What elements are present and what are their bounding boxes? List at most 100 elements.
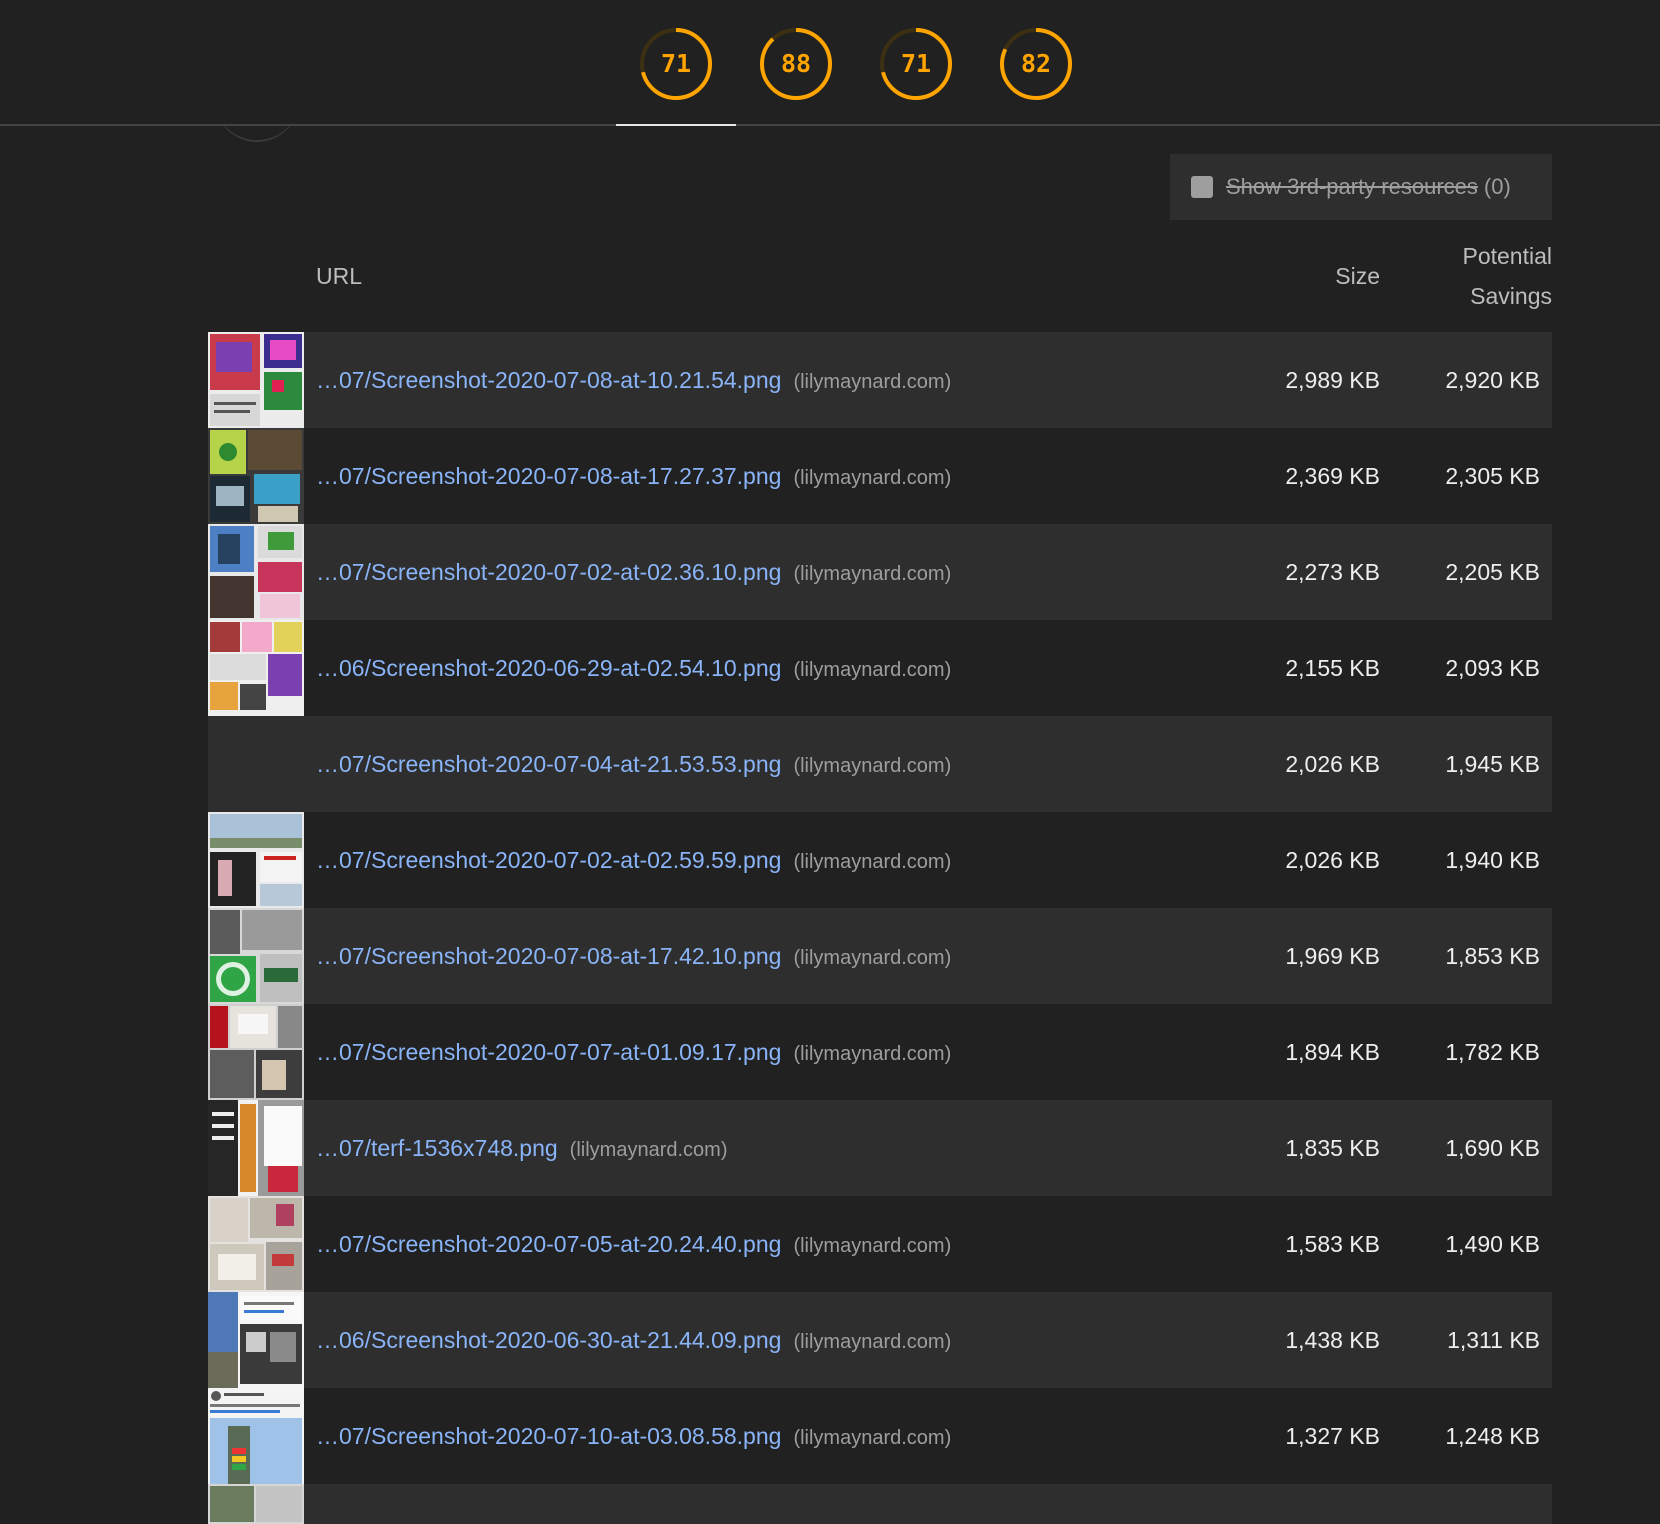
third-party-checkbox[interactable] — [1191, 176, 1213, 198]
resource-size: 2,026 KB — [1285, 751, 1380, 777]
thumbnail-image — [208, 812, 304, 908]
table-row: …07/Screenshot-2020-07-07-at-01.09.17.pn… — [208, 1004, 1552, 1100]
collage-thumbnail-icon — [208, 908, 304, 1004]
table-row: …06/Screenshot-2020-06-29-at-02.54.10.pn… — [208, 620, 1552, 716]
score-gauge: 88 — [759, 27, 833, 101]
resource-savings: 2,205 KB — [1445, 559, 1540, 585]
resource-url-path[interactable]: …07/Screenshot-2020-07-08-at-17.42.10.pn… — [316, 943, 781, 969]
collage-thumbnail-icon — [208, 1100, 304, 1196]
resource-url[interactable]: …07/Screenshot-2020-07-10-at-03.08.58.pn… — [316, 1388, 951, 1484]
resource-size: 1,835 KB — [1285, 1135, 1380, 1161]
thumbnail-image — [208, 428, 304, 524]
resource-savings: 1,490 KB — [1445, 1231, 1540, 1257]
thumbnail-image — [208, 1292, 304, 1388]
resource-url-path[interactable]: …07/Screenshot-2020-07-07-at-01.09.17.pn… — [316, 1039, 781, 1065]
resource-url-path[interactable]: …07/Screenshot-2020-07-08-at-10.21.54.pn… — [316, 367, 781, 393]
resource-url[interactable]: …06/Screenshot-2020-06-30-at-21.44.09.pn… — [316, 1292, 951, 1388]
resource-url-path[interactable]: …06/Screenshot-2020-06-29-at-02.54.10.pn… — [316, 655, 781, 681]
table-row: …07/Screenshot-2020-07-10-at-03.08.58.pn… — [208, 1388, 1552, 1484]
resource-url-host: (lilymaynard.com) — [793, 1427, 952, 1449]
third-party-filter[interactable]: Show 3rd-party resources (0) — [1170, 154, 1552, 220]
resource-url-host: (lilymaynard.com) — [793, 563, 952, 585]
resource-url-path[interactable]: …07/Screenshot-2020-07-05-at-20.24.40.pn… — [316, 1231, 781, 1257]
table-row: …07/Screenshot-2020-07-05-at-20.24.40.pn… — [208, 1196, 1552, 1292]
collage-thumbnail-icon — [208, 1196, 304, 1292]
score-tab-2[interactable]: 71 — [856, 0, 976, 124]
resource-savings: 2,305 KB — [1445, 463, 1540, 489]
score-value: 71 — [900, 49, 932, 78]
resource-url[interactable]: …07/Screenshot-2020-07-08-at-17.42.10.pn… — [316, 908, 951, 1004]
resource-size: 1,969 KB — [1285, 943, 1380, 969]
score-gauge: 71 — [879, 27, 953, 101]
resource-url-host: (lilymaynard.com) — [793, 371, 952, 393]
resource-url-path[interactable]: …07/Screenshot-2020-07-04-at-21.53.53.pn… — [316, 751, 781, 777]
score-tab-0[interactable]: 71 — [616, 0, 736, 126]
column-header-savings-line2: Savings — [1470, 283, 1552, 309]
resource-savings: 1,311 KB — [1447, 1327, 1540, 1353]
table-row: …06/Screenshot-2020-06-30-at-21.44.09.pn… — [208, 1292, 1552, 1388]
table-row-partial — [208, 1484, 1552, 1524]
resource-url-host: (lilymaynard.com) — [569, 1139, 728, 1161]
collage-thumbnail-icon — [208, 1004, 304, 1100]
resource-size: 1,583 KB — [1285, 1231, 1380, 1257]
resource-url-path[interactable]: …07/Screenshot-2020-07-02-at-02.36.10.pn… — [316, 559, 781, 585]
thumbnail-image — [208, 716, 304, 812]
table-row: …07/Screenshot-2020-07-08-at-10.21.54.pn… — [208, 332, 1552, 428]
score-value: 71 — [660, 49, 692, 78]
resource-url-host: (lilymaynard.com) — [793, 659, 952, 681]
resource-size: 1,894 KB — [1285, 1039, 1380, 1065]
resource-url[interactable]: …07/Screenshot-2020-07-08-at-10.21.54.pn… — [316, 332, 951, 428]
resource-savings: 1,248 KB — [1445, 1423, 1540, 1449]
collage-thumbnail-icon — [208, 428, 304, 524]
score-value: 82 — [1020, 49, 1052, 78]
resource-url[interactable]: …07/Screenshot-2020-07-08-at-17.27.37.pn… — [316, 428, 951, 524]
score-tabs-bar: 71 88 71 82 — [0, 0, 1660, 126]
resource-url-path[interactable]: …07/Screenshot-2020-07-02-at-02.59.59.pn… — [316, 847, 781, 873]
thumbnail-image — [208, 332, 304, 428]
resource-savings: 1,940 KB — [1445, 847, 1540, 873]
resource-savings: 1,690 KB — [1445, 1135, 1540, 1161]
resource-url[interactable]: …07/Screenshot-2020-07-07-at-01.09.17.pn… — [316, 1004, 951, 1100]
table-header: URL Size Potential Savings — [208, 236, 1552, 328]
third-party-filter-count: (0) — [1483, 174, 1511, 199]
thumbnail-image — [208, 524, 304, 620]
resource-size: 1,327 KB — [1285, 1423, 1380, 1449]
collage-thumbnail-icon — [208, 1388, 304, 1484]
resource-url[interactable]: …07/Screenshot-2020-07-05-at-20.24.40.pn… — [316, 1196, 951, 1292]
table-row: …07/Screenshot-2020-07-04-at-21.53.53.pn… — [208, 716, 1552, 812]
table-row: …07/Screenshot-2020-07-08-at-17.42.10.pn… — [208, 908, 1552, 1004]
thumbnail-image — [208, 908, 304, 1004]
resource-size: 2,155 KB — [1285, 655, 1380, 681]
table-row: …07/Screenshot-2020-07-02-at-02.59.59.pn… — [208, 812, 1552, 908]
collage-thumbnail-icon — [208, 812, 304, 908]
score-gauges: 71 88 71 82 — [616, 0, 1096, 126]
resource-table: …07/Screenshot-2020-07-08-at-10.21.54.pn… — [208, 332, 1552, 1524]
collage-thumbnail-icon — [208, 1292, 304, 1388]
score-tab-3[interactable]: 82 — [976, 0, 1096, 124]
score-value: 88 — [780, 49, 812, 78]
collage-thumbnail-icon — [208, 620, 304, 716]
resource-size: 2,989 KB — [1285, 367, 1380, 393]
resource-url[interactable]: …06/Screenshot-2020-06-29-at-02.54.10.pn… — [316, 620, 951, 716]
resource-url-host: (lilymaynard.com) — [793, 1043, 952, 1065]
resource-url-path[interactable]: …07/Screenshot-2020-07-08-at-17.27.37.pn… — [316, 463, 781, 489]
resource-size: 2,026 KB — [1285, 847, 1380, 873]
resource-url[interactable]: …07/Screenshot-2020-07-02-at-02.59.59.pn… — [316, 812, 951, 908]
resource-url-host: (lilymaynard.com) — [793, 947, 952, 969]
resource-size: 2,273 KB — [1285, 559, 1380, 585]
resource-url-path[interactable]: …07/Screenshot-2020-07-10-at-03.08.58.pn… — [316, 1423, 781, 1449]
collage-thumbnail-icon — [208, 524, 304, 620]
resource-url[interactable]: …07/terf-1536x748.png (lilymaynard.com) — [316, 1100, 727, 1196]
thumbnail-image — [208, 1388, 304, 1484]
column-header-size: Size — [1335, 263, 1380, 289]
resource-url[interactable]: …07/Screenshot-2020-07-04-at-21.53.53.pn… — [316, 716, 951, 812]
thumbnail-image — [208, 1004, 304, 1100]
score-tab-1[interactable]: 88 — [736, 0, 856, 124]
resource-url-path[interactable]: …07/terf-1536x748.png — [316, 1135, 558, 1161]
resource-url-host: (lilymaynard.com) — [793, 755, 952, 777]
resource-url-host: (lilymaynard.com) — [793, 851, 952, 873]
resource-url-path[interactable]: …06/Screenshot-2020-06-30-at-21.44.09.pn… — [316, 1327, 781, 1353]
score-gauge: 82 — [999, 27, 1073, 101]
resource-savings: 1,782 KB — [1445, 1039, 1540, 1065]
resource-url[interactable]: …07/Screenshot-2020-07-02-at-02.36.10.pn… — [316, 524, 951, 620]
